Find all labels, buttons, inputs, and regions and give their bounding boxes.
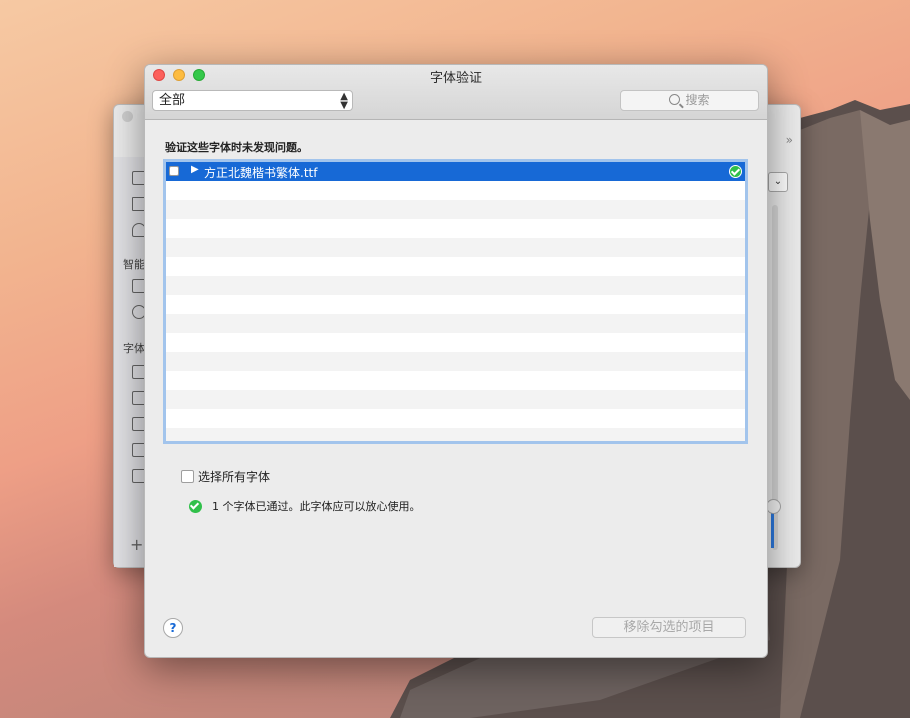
status-line: 1 个字体已通过。此字体应可以放心使用。 xyxy=(189,498,421,514)
remove-checked-button[interactable]: 移除勾选的项目 xyxy=(592,617,746,638)
validation-message: 验证这些字体时未发现问题。 xyxy=(165,141,308,154)
search-placeholder: 搜索 xyxy=(685,93,710,107)
empty-row xyxy=(166,200,745,219)
empty-row xyxy=(166,276,745,295)
font-row-name: 方正北魏楷书繁体.ttf xyxy=(204,166,318,180)
font-row[interactable]: ▶ 方正北魏楷书繁体.ttf xyxy=(166,162,745,181)
passed-check-icon xyxy=(729,165,742,178)
empty-row xyxy=(166,428,745,441)
chevron-right-icon[interactable]: » xyxy=(786,133,793,147)
bg-dropdown-button[interactable]: ⌄ xyxy=(768,172,788,192)
search-icon xyxy=(669,94,681,105)
font-validation-window: 字体验证 全部 ▲ ▼ 搜索 验证这些字体时未发现问题。 ▶ 方正北魏楷书繁体.t… xyxy=(144,64,768,658)
select-all-label: 选择所有字体 xyxy=(198,470,271,484)
status-text: 1 个字体已通过。此字体应可以放心使用。 xyxy=(212,500,421,513)
bg-close-button[interactable] xyxy=(122,111,133,122)
search-field[interactable]: 搜索 xyxy=(620,90,759,111)
bg-size-slider[interactable] xyxy=(766,499,781,514)
window-titlebar: 字体验证 全部 ▲ ▼ 搜索 xyxy=(145,65,767,120)
empty-row xyxy=(166,390,745,409)
empty-row xyxy=(166,333,745,352)
checkbox-box[interactable] xyxy=(181,470,194,483)
disclosure-triangle-icon[interactable]: ▶ xyxy=(191,164,199,175)
sidebar-section-smart: 智能 xyxy=(123,258,145,271)
empty-row xyxy=(166,257,745,276)
empty-row xyxy=(166,181,745,200)
font-row-checkbox[interactable] xyxy=(169,166,179,176)
help-button[interactable]: ? xyxy=(163,618,183,638)
select-all-checkbox[interactable]: 选择所有字体 xyxy=(181,468,270,485)
empty-row xyxy=(166,314,745,333)
empty-row xyxy=(166,295,745,314)
empty-row xyxy=(166,352,745,371)
empty-row xyxy=(166,219,745,238)
font-book-sidebar: 智能 字体 + xyxy=(114,157,146,567)
empty-row xyxy=(166,409,745,428)
sidebar-section-fonts: 字体 xyxy=(123,342,145,355)
add-collection-icon[interactable]: + xyxy=(130,535,143,554)
empty-row xyxy=(166,238,745,257)
font-results-list[interactable]: ▶ 方正北魏楷书繁体.ttf xyxy=(163,159,748,444)
window-title: 字体验证 xyxy=(429,71,482,86)
empty-row xyxy=(166,371,745,390)
passed-check-icon xyxy=(189,500,202,513)
filter-popup-value: 全部 xyxy=(159,93,186,108)
up-down-arrows-icon: ▲ ▼ xyxy=(340,91,348,111)
filter-popup[interactable]: 全部 ▲ ▼ xyxy=(152,90,353,111)
